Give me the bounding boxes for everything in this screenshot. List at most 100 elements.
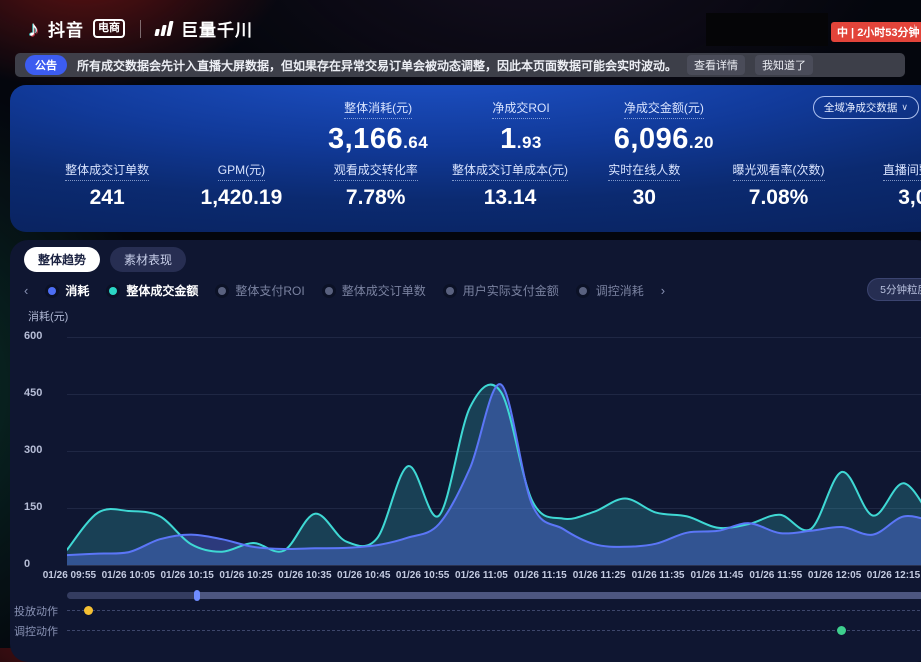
x-tick-label: 01/26 12:15: [864, 570, 921, 581]
series-dot-icon: [48, 287, 56, 295]
metric-value: 3,0: [846, 186, 921, 210]
legend-dot-halo: [322, 284, 336, 298]
x-tick-label: 01/26 11:05: [452, 570, 511, 581]
legend-dot-halo: [106, 284, 120, 298]
brand-divider: [140, 20, 141, 38]
tab-overall-trend[interactable]: 整体趋势: [24, 247, 100, 272]
legend-item[interactable]: 用户实际支付金额: [443, 282, 559, 299]
announcement-tag: 公告: [25, 55, 67, 75]
x-tick-label: 01/26 09:55: [40, 570, 99, 581]
legend-item[interactable]: 整体成交金额: [106, 282, 198, 299]
douyin-wordmark: 抖音: [48, 16, 84, 41]
metric-label[interactable]: 实时在线人数: [608, 161, 680, 181]
x-tick-label: 01/26 10:45: [334, 570, 393, 581]
metric-label[interactable]: 直播间整体: [883, 161, 921, 181]
secondary-metric: 曝光观看率(次数)7.08%: [711, 161, 845, 210]
series-area-消耗: [67, 384, 921, 565]
primary-metrics-row: 整体消耗(元)3,166.64 净成交ROI 1.93 净成交金额(元) 6,096.2…: [328, 99, 714, 156]
trend-tabs: 整体趋势素材表现: [24, 247, 186, 272]
primary-metric: 整体消耗(元)3,166.64: [328, 99, 428, 156]
scope-selector-label: 全域净成交数据: [824, 100, 898, 115]
trend-panel: 整体趋势素材表现 ‹ 消耗整体成交金额 整体支付ROI 整体成交订单数 用户实际支付金…: [10, 240, 921, 662]
action-marker-dot[interactable]: [84, 606, 93, 615]
announcement-text: 所有成交数据会先计入直播大屏数据，但如果存在异常交易订单会被动态调整，因此本页面…: [77, 57, 677, 74]
metric-value: 1,420.19: [174, 186, 308, 210]
action-marker-dot[interactable]: [837, 626, 846, 635]
action-dashed-line: [67, 630, 921, 631]
chevron-down-icon: ∨: [901, 102, 908, 113]
legend-item[interactable]: 整体成交订单数: [322, 282, 426, 299]
legend-item[interactable]: 消耗: [45, 282, 89, 299]
scope-selector-dropdown[interactable]: 全域净成交数据 ∨: [813, 96, 919, 119]
legend-next-arrow-icon[interactable]: ›: [661, 283, 665, 298]
series-dot-icon: [218, 287, 226, 295]
action-dashed-line: [67, 610, 921, 611]
secondary-metric: 整体成交订单成本(元) 13.14: [443, 161, 577, 210]
x-axis-labels: 01/26 09:5501/26 10:0501/26 10:15 01/26 1…: [40, 570, 921, 581]
x-tick-label: 01/26 11:25: [570, 570, 629, 581]
y-tick-label: 300: [24, 444, 56, 456]
qianchuan-live-dashboard: { "header": { "brand_douyin": "抖音", "bra…: [0, 0, 921, 648]
metric-label[interactable]: 整体消耗(元): [344, 99, 412, 119]
metric-value: 7.78%: [309, 186, 443, 210]
legend-item-label: 整体成交订单数: [342, 282, 426, 299]
legend-item-label: 调控消耗: [596, 282, 644, 299]
live-duration-badge: 中 | 2小时53分钟: [831, 22, 921, 42]
view-details-button[interactable]: 查看详情: [687, 55, 745, 75]
ecommerce-badge: 电商: [93, 19, 125, 38]
secondary-metric: 实时在线人数 30: [577, 161, 711, 210]
x-tick-label: 01/26 11:35: [629, 570, 688, 581]
legend-dot-halo: [576, 284, 590, 298]
qianchuan-logo-icon: [154, 21, 173, 36]
brand-area: ♪ 抖音 电商 巨量千川: [28, 16, 253, 41]
action-row: 调控动作: [14, 623, 921, 637]
time-range-slider[interactable]: [67, 592, 921, 599]
tab-material-performance[interactable]: 素材表现: [110, 247, 186, 272]
action-row-label: 投放动作: [14, 603, 64, 619]
x-tick-label: 01/26 10:55: [393, 570, 452, 581]
metric-label[interactable]: 净成交金额(元): [624, 99, 704, 119]
chart-plot-area[interactable]: [67, 337, 921, 565]
x-tick-label: 01/26 10:05: [99, 570, 158, 581]
y-tick-label: 600: [24, 330, 56, 342]
legend-items: 消耗整体成交金额 整体支付ROI 整体成交订单数 用户实际支付金额 调控消耗: [45, 282, 643, 299]
y-axis-title: 消耗(元): [28, 308, 68, 324]
announcement-bar: 公告 所有成交数据会先计入直播大屏数据，但如果存在异常交易订单会被动态调整，因此…: [15, 53, 905, 77]
metric-label[interactable]: 整体成交订单数: [65, 161, 149, 181]
x-tick-label: 01/26 10:35: [275, 570, 334, 581]
action-row-label: 调控动作: [14, 623, 64, 639]
legend-item[interactable]: 调控消耗: [576, 282, 644, 299]
acknowledge-button[interactable]: 我知道了: [755, 55, 813, 75]
metric-label[interactable]: 净成交ROI: [492, 99, 549, 119]
primary-metric: 净成交ROI 1.93: [492, 99, 549, 156]
metric-label[interactable]: 曝光观看率(次数): [733, 161, 825, 181]
series-dot-icon: [446, 287, 454, 295]
metric-value: 241: [40, 186, 174, 210]
legend-dot-halo: [215, 284, 229, 298]
x-tick-label: 01/26 12:05: [805, 570, 864, 581]
legend-dot-halo: [45, 284, 59, 298]
secondary-metrics-row: 整体成交订单数241GPM(元)1,420.19观看成交转化率7.78%整体成交…: [40, 161, 921, 210]
redacted-area: [706, 13, 828, 46]
x-tick-label: 01/26 11:15: [511, 570, 570, 581]
metrics-panel: 全域净成交数据 ∨ 整体消耗(元)3,166.64 净成交ROI 1.93 净成交金额…: [10, 85, 921, 232]
legend-item-label: 用户实际支付金额: [463, 282, 559, 299]
slider-handle[interactable]: [194, 590, 200, 601]
granularity-selector[interactable]: 5分钟粒度: [867, 278, 921, 301]
x-tick-label: 01/26 11:55: [746, 570, 805, 581]
legend-row: ‹ 消耗整体成交金额 整体支付ROI 整体成交订单数 用户实际支付金额 调控消耗 ›: [24, 282, 865, 299]
legend-item-label: 消耗: [65, 282, 89, 299]
metric-value: 13.14: [443, 186, 577, 210]
metric-label[interactable]: 整体成交订单成本(元): [452, 161, 568, 181]
legend-item-label: 整体支付ROI: [235, 282, 304, 299]
metric-value: 6,096.20: [614, 123, 714, 156]
header-divider: |: [913, 22, 916, 36]
metric-label[interactable]: GPM(元): [218, 161, 265, 181]
metric-value: 1.93: [492, 123, 549, 156]
legend-item[interactable]: 整体支付ROI: [215, 282, 304, 299]
metric-label[interactable]: 观看成交转化率: [334, 161, 418, 181]
x-tick-label: 01/26 10:15: [158, 570, 217, 581]
y-tick-label: 450: [24, 387, 56, 399]
legend-prev-arrow-icon[interactable]: ‹: [24, 283, 28, 298]
metric-value: 30: [577, 186, 711, 210]
